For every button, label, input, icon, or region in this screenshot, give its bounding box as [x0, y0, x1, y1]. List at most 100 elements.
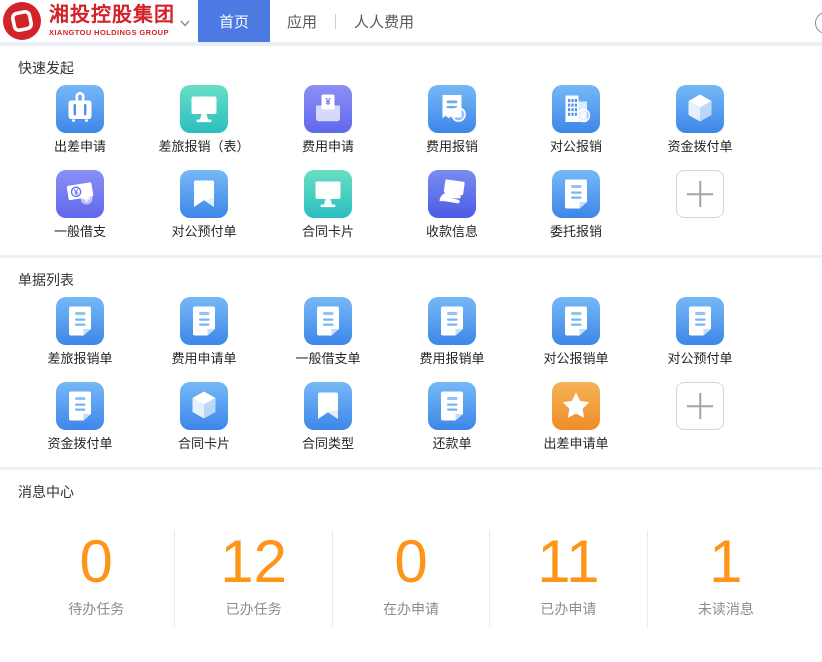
document-icon [676, 297, 724, 345]
message-center-section: 消息中心 0 待办任务12 已办任务0 在办申请11已办申请1 未读消息 [0, 470, 822, 627]
company-logo-icon [2, 1, 42, 41]
stat-item[interactable]: 12 已办任务 [175, 530, 332, 627]
app-item[interactable]: ¥ 费用报销 [390, 85, 514, 154]
app-item-label: 一般借支单 [295, 351, 360, 366]
app-item[interactable]: ¥ 费用申请 [266, 85, 390, 154]
star-icon [552, 382, 600, 430]
section-title: 消息中心 [18, 485, 804, 500]
stat-value: 1 [648, 532, 804, 592]
app-item[interactable]: 出差申请 [18, 85, 142, 154]
document-icon [56, 297, 104, 345]
app-item-label: 出差申请 [54, 139, 106, 154]
plus-icon[interactable] [676, 170, 724, 218]
section-title: 快速发起 [18, 61, 804, 76]
chevron-down-icon[interactable] [180, 20, 190, 27]
avatar-icon[interactable] [815, 12, 822, 34]
document-list-section: 单据列表 差旅报销单 费用申请单 一般借支单 费用报销单 对公报销单 对公预付单… [0, 258, 822, 467]
add-app-cell [638, 382, 762, 451]
app-item-label: 对公预付单 [667, 351, 732, 366]
app-item[interactable]: ¥ 对公报销 [514, 85, 638, 154]
app-item[interactable]: 还款单 [390, 382, 514, 451]
tab-home[interactable]: 首页 [198, 0, 270, 42]
stat-value: 11 [490, 532, 646, 592]
app-item[interactable]: 合同类型 [266, 382, 390, 451]
bookmark-icon [180, 170, 228, 218]
stat-item[interactable]: 0 在办申请 [333, 530, 490, 627]
app-item-label: 资金拨付单 [47, 436, 112, 451]
stat-value: 0 [333, 532, 489, 592]
app-item-label: 差旅报销单 [47, 351, 112, 366]
bookmark-icon [304, 382, 352, 430]
app-item[interactable]: 收款信息 [390, 170, 514, 239]
stat-value: 12 [175, 532, 331, 592]
tab-renren-expense[interactable]: 人人费用 [337, 0, 431, 42]
app-item[interactable]: 委托报销 [514, 170, 638, 239]
receipt-yen-icon: ¥ [428, 85, 476, 133]
app-item-label: 费用申请 [302, 139, 354, 154]
document-icon [552, 297, 600, 345]
app-item-label: 合同类型 [302, 436, 354, 451]
stat-label: 未读消息 [648, 601, 804, 617]
brand[interactable]: 湘投控股集团 XIANGTOU HOLDINGS GROUP [49, 5, 175, 37]
quick-launch-section: 快速发起 出差申请 差旅报销（表） ¥ 费用申请 ¥ 费用报销 ¥ 对公报销 资金拨… [0, 46, 822, 255]
plus-icon[interactable] [676, 382, 724, 430]
app-item-label: 差旅报销（表） [158, 139, 249, 154]
app-item[interactable]: 费用申请单 [142, 297, 266, 366]
inbox-yen-icon: ¥ [304, 85, 352, 133]
app-item[interactable]: 对公预付单 [638, 297, 762, 366]
luggage-icon [56, 85, 104, 133]
app-item-label: 收款信息 [426, 224, 478, 239]
app-item-label: 对公报销 [550, 139, 602, 154]
document-icon [180, 297, 228, 345]
stat-label: 待办任务 [18, 601, 174, 617]
stat-item[interactable]: 11已办申请 [490, 530, 647, 627]
receive-payment-icon [428, 170, 476, 218]
app-item[interactable]: 出差申请单 [514, 382, 638, 451]
app-item-label: 合同卡片 [302, 224, 354, 239]
nav-tabs: 首页 应用 人人费用 [198, 0, 431, 42]
app-item[interactable]: 合同卡片 [266, 170, 390, 239]
document-icon [428, 382, 476, 430]
app-item[interactable]: 合同卡片 [142, 382, 266, 451]
svg-text:¥: ¥ [456, 110, 461, 120]
stats-row: 0 待办任务12 已办任务0 在办申请11已办申请1 未读消息 [18, 530, 804, 627]
section-title: 单据列表 [18, 273, 804, 288]
app-item-label: 费用报销 [426, 139, 478, 154]
cube-icon [676, 85, 724, 133]
stat-item[interactable]: 0 待办任务 [18, 530, 175, 627]
svg-text:¥: ¥ [581, 111, 586, 121]
app-item-label: 费用申请单 [171, 351, 236, 366]
document-icon [56, 382, 104, 430]
app-item[interactable]: 对公报销单 [514, 297, 638, 366]
brand-subtitle: XIANGTOU HOLDINGS GROUP [49, 28, 175, 37]
app-item[interactable]: 资金拨付单 [18, 382, 142, 451]
app-item[interactable]: 费用报销单 [390, 297, 514, 366]
app-item-label: 委托报销 [550, 224, 602, 239]
add-app-cell [638, 170, 762, 239]
stat-label: 已办任务 [175, 601, 331, 617]
tab-apps[interactable]: 应用 [270, 0, 334, 42]
quick-launch-grid: 出差申请 差旅报销（表） ¥ 费用申请 ¥ 费用报销 ¥ 对公报销 资金拨付单 ¥ … [18, 85, 804, 255]
tab-separator [335, 14, 336, 29]
monitor-icon [304, 170, 352, 218]
app-item[interactable]: 一般借支单 [266, 297, 390, 366]
document-list-grid: 差旅报销单 费用申请单 一般借支单 费用报销单 对公报销单 对公预付单 资金拨付… [18, 297, 804, 467]
stat-value: 0 [18, 532, 174, 592]
app-item-label: 合同卡片 [178, 436, 230, 451]
app-item-label: 对公报销单 [543, 351, 608, 366]
app-item[interactable]: 资金拨付单 [638, 85, 762, 154]
building-yen-icon: ¥ [552, 85, 600, 133]
app-item[interactable]: 差旅报销（表） [142, 85, 266, 154]
app-item[interactable]: 差旅报销单 [18, 297, 142, 366]
app-item[interactable]: ¥ 一般借支 [18, 170, 142, 239]
app-item-label: 资金拨付单 [667, 139, 732, 154]
stat-item[interactable]: 1 未读消息 [648, 530, 804, 627]
stat-label: 在办申请 [333, 601, 489, 617]
app-item-label: 还款单 [432, 436, 471, 451]
banknote-plus-icon: ¥ [56, 170, 104, 218]
app-item[interactable]: 对公预付单 [142, 170, 266, 239]
monitor-icon [180, 85, 228, 133]
brand-name: 湘投控股集团 [49, 5, 175, 26]
document-icon [304, 297, 352, 345]
app-item-label: 一般借支 [54, 224, 106, 239]
